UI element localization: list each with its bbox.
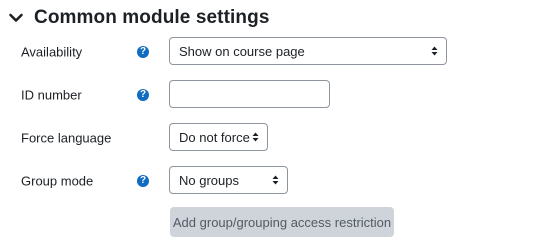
availability-select[interactable]: Show on course page [169, 37, 447, 65]
select-arrows-icon [252, 132, 259, 142]
group-mode-label: Group mode [21, 173, 94, 189]
group-mode-select-value: No groups [179, 172, 239, 188]
group-mode-select[interactable]: No groups [169, 166, 288, 194]
select-arrows-icon [272, 175, 279, 185]
availability-select-value: Show on course page [179, 43, 305, 59]
force-language-label: Force language [21, 130, 112, 146]
add-group-restriction-button: Add group/grouping access restriction [170, 207, 394, 237]
id-number-input[interactable] [169, 80, 330, 108]
force-language-select-value: Do not force [179, 129, 250, 145]
chevron-down-icon [9, 13, 23, 22]
availability-label: Availability [21, 44, 83, 60]
id-number-row: ID number ? [0, 80, 542, 110]
force-language-row: Force language Do not force [0, 123, 542, 153]
section-toggle[interactable]: Common module settings [8, 4, 270, 32]
availability-row: Availability ? Show on course page [0, 37, 542, 67]
select-arrows-icon [431, 46, 438, 56]
group-mode-row: Group mode ? No groups [0, 166, 542, 196]
section-title: Common module settings [34, 7, 270, 28]
help-icon[interactable]: ? [137, 89, 149, 101]
help-icon[interactable]: ? [137, 175, 149, 187]
id-number-label: ID number [21, 87, 82, 103]
force-language-select[interactable]: Do not force [169, 123, 268, 151]
help-icon[interactable]: ? [137, 46, 149, 58]
